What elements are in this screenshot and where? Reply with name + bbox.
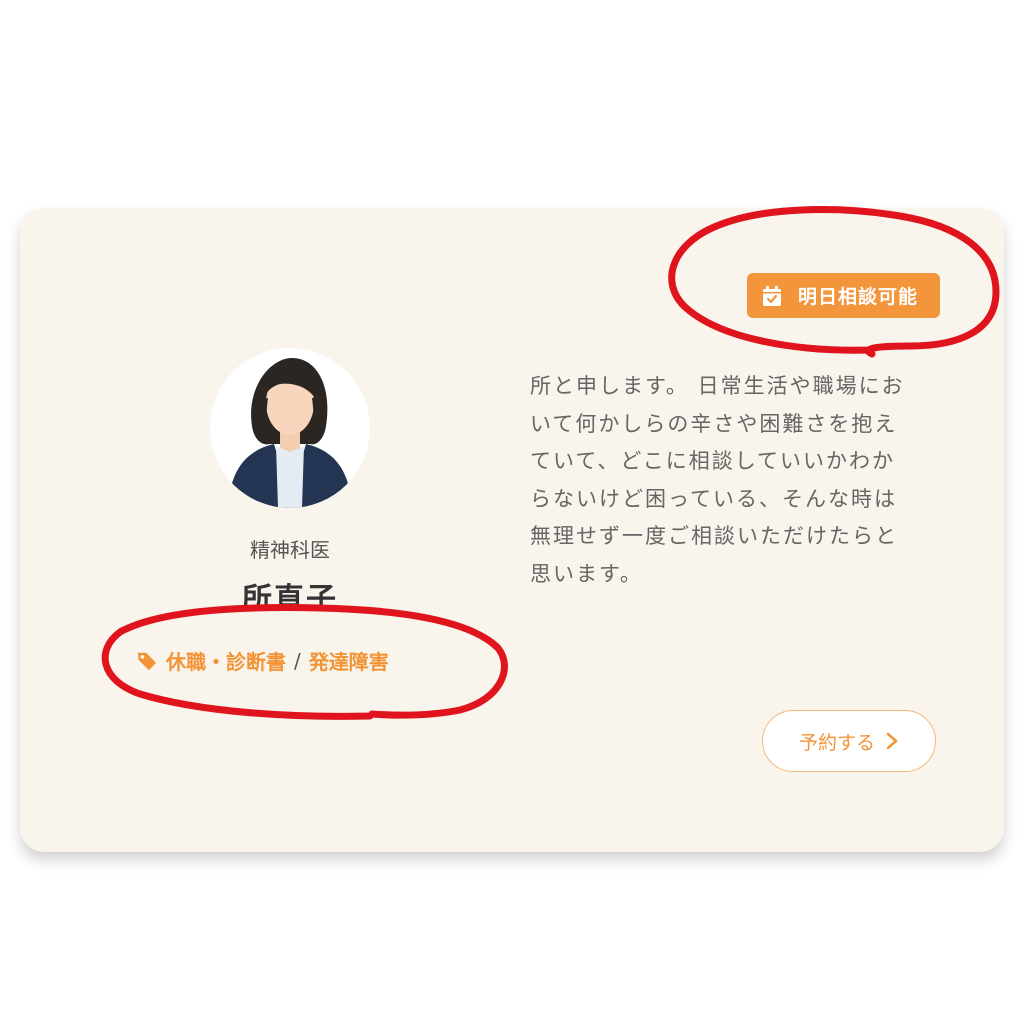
tag-item-leave-certificate[interactable]: 休職・診断書 [166,646,286,675]
reserve-button[interactable]: 予約する [762,710,936,772]
doctor-name: 所直子 [242,582,338,606]
tag-icon [137,652,157,670]
specialty-tags: 休職・診断書 / 発達障害 [136,646,389,675]
description-line: 所と申します。 日常生活や職場にお [530,374,905,398]
tag-separator: / [294,648,301,673]
tag-item-developmental-disorder[interactable]: 発達障害 [309,646,389,675]
doctor-description: 所と申します。 日常生活や職場にお いて何かしらの辛さや困難さを抱え ていて、ど… [530,368,950,593]
doctor-avatar [210,348,370,508]
description-line: らないけど困っている、そんな時は [530,486,897,511]
description-line: いて何かしらの辛さや困難さを抱え [530,411,898,436]
doctor-card: 明日相談可能 精神科医 所直子 休職・診断書 / 発達障害 所と申します。 日常… [20,208,1004,852]
availability-badge-label: 明日相談可能 [798,286,919,308]
doctor-specialty: 精神科医 [250,538,330,562]
page: ・ ・ ・ ・ ・ ・ ・ ・ ・ ・ ・ ・ ・ ・ ・ ・ ・ ・ ・ ・ … [0,0,1024,1024]
description-line: 無理せず一度ご相談いただけたらと [530,524,898,548]
availability-badge: 明日相談可能 [747,273,940,318]
truncated-text-strip: ・ ・ ・ ・ ・ ・ ・ ・ ・ ・ ・ ・ ・ ・ ・ ・ ・ ・ ・ ・ … [60,160,990,178]
calendar-check-icon [763,285,781,306]
description-line: 思います。 [530,561,643,586]
doctor-avatar-illustration [210,348,370,508]
chevron-right-icon [886,732,898,750]
reserve-button-label: 予約する [798,731,875,754]
description-line: ていて、どこに相談していいかわか [530,449,896,473]
